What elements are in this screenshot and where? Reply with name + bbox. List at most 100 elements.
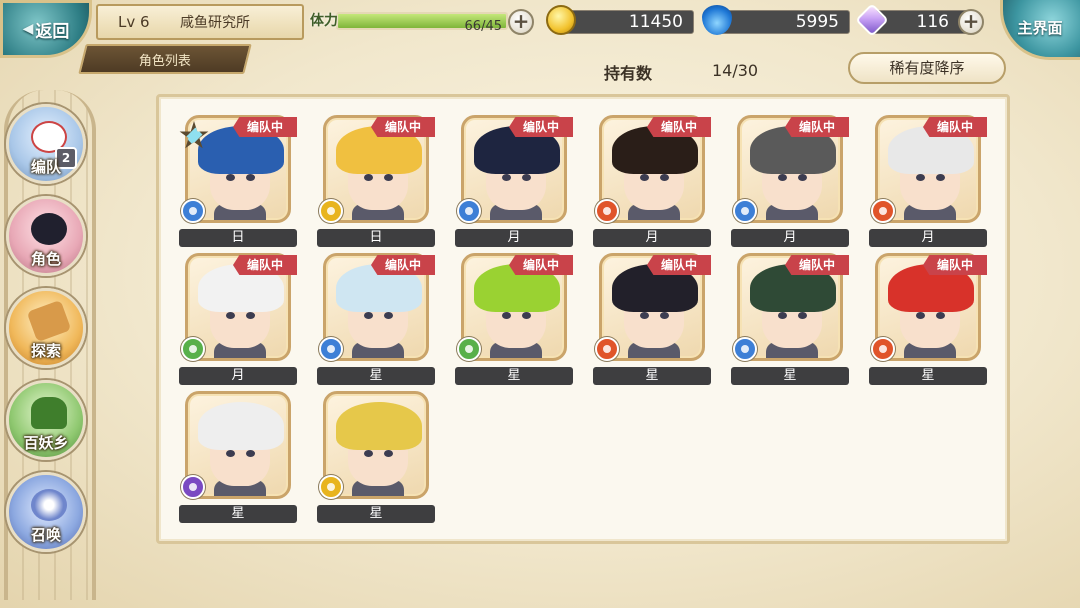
nav-village-button[interactable]: 百妖乡 bbox=[6, 380, 86, 460]
portrait-eye bbox=[384, 450, 393, 457]
light-element-icon bbox=[319, 199, 343, 223]
portrait-eye bbox=[246, 312, 255, 319]
portrait-eye bbox=[522, 312, 531, 319]
in-team-tag: 编队中 bbox=[233, 117, 297, 137]
character-roster-panel: 编队中日编队中日编队中月编队中月编队中月编队中月编队中月编队中星编队中星编队中星… bbox=[156, 94, 1010, 544]
sort-label: 稀有度降序 bbox=[889, 59, 965, 77]
character-rarity-label: 月 bbox=[179, 367, 297, 385]
character-list-tab: 角色列表 bbox=[78, 44, 252, 74]
back-label: 返回 bbox=[35, 21, 70, 42]
character-card[interactable]: 编队中星 bbox=[869, 253, 987, 387]
nav-explore-label: 探索 bbox=[30, 342, 61, 360]
character-card[interactable]: 编队中月 bbox=[731, 115, 849, 249]
in-team-tag: 编队中 bbox=[647, 255, 711, 275]
character-rarity-label: 星 bbox=[593, 367, 711, 385]
character-card[interactable]: 星 bbox=[317, 391, 435, 525]
character-card[interactable]: 编队中月 bbox=[593, 115, 711, 249]
character-rarity-label: 星 bbox=[869, 367, 987, 385]
portrait-eye bbox=[640, 312, 649, 319]
gold-counter: 11450 bbox=[562, 10, 694, 34]
sort-rarity-button[interactable]: 稀有度降序 bbox=[848, 52, 1006, 84]
nav-summon-label: 召唤 bbox=[30, 526, 61, 544]
character-rarity-label: 星 bbox=[455, 367, 573, 385]
water-element-icon bbox=[733, 337, 757, 361]
fire-element-icon bbox=[871, 337, 895, 361]
portrait-eye bbox=[226, 312, 235, 319]
character-card[interactable]: 编队中月 bbox=[869, 115, 987, 249]
in-team-tag: 编队中 bbox=[923, 255, 987, 275]
nav-explore-button[interactable]: 探索 bbox=[6, 288, 86, 368]
portrait-eye bbox=[364, 312, 373, 319]
portrait-eye bbox=[226, 450, 235, 457]
fire-element-icon bbox=[595, 199, 619, 223]
player-level-plate: Lv 6 咸鱼研究所 bbox=[96, 4, 304, 40]
portrait-eye bbox=[522, 174, 531, 181]
portrait-hair bbox=[198, 402, 284, 450]
portrait-eye bbox=[778, 174, 787, 181]
blue-flame-counter: 5995 bbox=[716, 10, 850, 34]
portrait-hair bbox=[336, 402, 422, 450]
portrait-eye bbox=[502, 174, 511, 181]
character-rarity-label: 星 bbox=[317, 367, 435, 385]
portrait-eye bbox=[916, 312, 925, 319]
portrait-eye bbox=[246, 174, 255, 181]
village-icon bbox=[31, 397, 67, 429]
character-card[interactable]: 编队中星 bbox=[593, 253, 711, 387]
add-stamina-button[interactable]: + bbox=[508, 9, 534, 35]
fire-element-icon bbox=[595, 337, 619, 361]
portrait-eye bbox=[798, 174, 807, 181]
character-rarity-label: 星 bbox=[731, 367, 849, 385]
portrait-eye bbox=[778, 312, 787, 319]
in-team-tag: 编队中 bbox=[647, 117, 711, 137]
in-team-tag: 编队中 bbox=[785, 117, 849, 137]
character-card[interactable]: 编队中星 bbox=[731, 253, 849, 387]
nav-character-button[interactable]: 角色 bbox=[6, 196, 86, 276]
character-card[interactable]: 编队中日 bbox=[317, 115, 435, 249]
character-rarity-label: 日 bbox=[179, 229, 297, 247]
portrait-eye bbox=[936, 174, 945, 181]
in-team-tag: 编队中 bbox=[509, 117, 573, 137]
portrait-eye bbox=[798, 312, 807, 319]
nav-team-button[interactable]: 2 编队 bbox=[6, 104, 86, 184]
fire-element-icon bbox=[871, 199, 895, 223]
portrait-eye bbox=[246, 450, 255, 457]
explore-icon bbox=[26, 299, 72, 343]
owned-count-value: 14/30 bbox=[712, 61, 759, 80]
character-rarity-label: 星 bbox=[179, 505, 297, 523]
character-rarity-label: 月 bbox=[593, 229, 711, 247]
portrait-eye bbox=[660, 174, 669, 181]
character-card[interactable]: 编队中日 bbox=[179, 115, 297, 249]
add-gem-button[interactable]: + bbox=[958, 9, 984, 35]
in-team-tag: 编队中 bbox=[923, 117, 987, 137]
character-card[interactable]: 编队中星 bbox=[455, 253, 573, 387]
character-list-tab-label: 角色列表 bbox=[138, 53, 191, 69]
water-element-icon bbox=[457, 199, 481, 223]
back-arrow-icon: ◀ bbox=[22, 21, 34, 37]
summon-icon bbox=[31, 489, 67, 521]
nav-summon-button[interactable]: 召唤 bbox=[6, 472, 86, 552]
character-rarity-label: 日 bbox=[317, 229, 435, 247]
stamina-label: 体力 bbox=[310, 13, 338, 29]
character-rarity-label: 星 bbox=[317, 505, 435, 523]
character-card[interactable]: 编队中月 bbox=[179, 253, 297, 387]
wind-element-icon bbox=[457, 337, 481, 361]
dark-element-icon bbox=[181, 475, 205, 499]
portrait-eye bbox=[916, 174, 925, 181]
stamina-value: 66/45 bbox=[464, 19, 502, 34]
portrait-eye bbox=[384, 174, 393, 181]
character-icon bbox=[31, 213, 67, 245]
in-team-tag: 编队中 bbox=[233, 255, 297, 275]
portrait-eye bbox=[364, 450, 373, 457]
water-element-icon bbox=[319, 337, 343, 361]
character-card[interactable]: 编队中星 bbox=[317, 253, 435, 387]
player-level: Lv 6 bbox=[118, 13, 150, 31]
portrait-eye bbox=[936, 312, 945, 319]
character-card[interactable]: 编队中月 bbox=[455, 115, 573, 249]
main-menu-label: 主界面 bbox=[1017, 18, 1063, 37]
portrait-eye bbox=[502, 312, 511, 319]
character-card[interactable]: 星 bbox=[179, 391, 297, 525]
wind-element-icon bbox=[181, 337, 205, 361]
in-team-tag: 编队中 bbox=[785, 255, 849, 275]
nav-team-label: 编队 bbox=[30, 158, 61, 176]
portrait-eye bbox=[640, 174, 649, 181]
